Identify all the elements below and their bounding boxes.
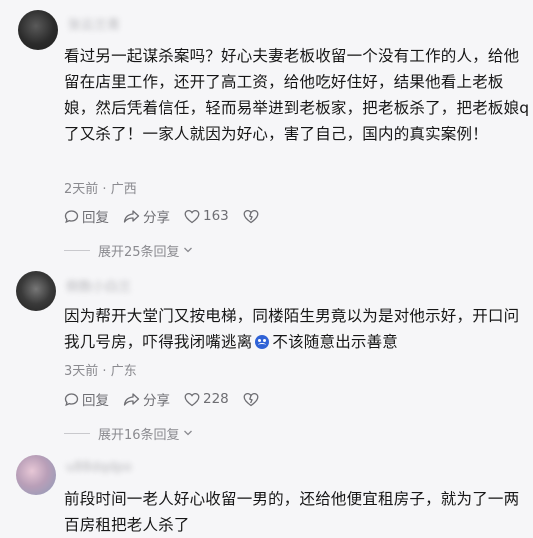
dislike-heart-icon	[243, 209, 259, 223]
avatar[interactable]	[16, 271, 56, 311]
expand-replies[interactable]: 展开25条回复	[64, 241, 193, 260]
expand-divider	[64, 249, 90, 251]
reply-icon	[64, 392, 79, 406]
avatar[interactable]	[16, 455, 56, 495]
like-button[interactable]: 228	[184, 391, 229, 407]
expand-divider	[64, 432, 90, 434]
share-icon	[123, 392, 140, 406]
heart-icon	[184, 392, 200, 406]
comment-text: 前段时间一老人好心收留一男的，还给他便宜租房子，就为了一两百房租把老人杀了	[64, 490, 520, 534]
like-count: 228	[203, 391, 229, 407]
share-label: 分享	[143, 210, 170, 226]
comment-time: 3天前	[64, 364, 99, 379]
comment-username[interactable]: 张云兰青	[68, 14, 120, 33]
comment-text: 因为帮开大堂门又按电梯，同楼陌生男竟以为是对他示好，开口问我几号房，吓得我闭嘴逃…	[64, 303, 530, 355]
comment-actions: 回复 分享 228	[64, 389, 276, 409]
comment-username[interactable]: 倒数小白兰	[66, 276, 131, 295]
like-count: 163	[203, 208, 229, 224]
comment-text: 看过另一起谋杀案吗？好心夫妻老板收留一个没有工作的人，给他留在店里工作，还开了高…	[64, 47, 530, 143]
comment-username[interactable]: u88dqdpo	[66, 460, 132, 475]
reply-button[interactable]: 回复	[64, 389, 109, 409]
reply-icon	[64, 209, 79, 223]
heart-icon	[184, 209, 200, 223]
chevron-down-icon	[183, 247, 192, 253]
meta-separator: ·	[102, 182, 107, 197]
avatar[interactable]	[18, 10, 58, 50]
comment-meta: 2天前 · 广西	[64, 178, 137, 197]
expand-label: 展开16条回复	[98, 427, 180, 443]
dislike-heart-icon	[243, 392, 259, 406]
crying-emoji-icon	[255, 335, 270, 349]
expand-replies[interactable]: 展开16条回复	[64, 424, 193, 443]
comment-text-part: 不该随意出示善意	[272, 333, 399, 351]
share-button[interactable]: 分享	[123, 206, 170, 226]
comment-meta: 3天前 · 广东	[64, 360, 137, 379]
like-button[interactable]: 163	[184, 208, 229, 224]
reply-button[interactable]: 回复	[64, 206, 109, 226]
comment-time: 2天前	[64, 182, 99, 197]
dislike-button[interactable]	[243, 392, 262, 407]
meta-separator: ·	[102, 364, 107, 379]
share-button[interactable]: 分享	[123, 389, 170, 409]
reply-label: 回复	[82, 210, 109, 226]
comment-location: 广西	[110, 182, 137, 197]
dislike-button[interactable]	[243, 209, 262, 224]
chevron-down-icon	[183, 430, 192, 436]
expand-label: 展开25条回复	[98, 244, 180, 260]
reply-label: 回复	[82, 393, 109, 409]
share-icon	[123, 209, 140, 223]
comment-location: 广东	[110, 364, 137, 379]
share-label: 分享	[143, 393, 170, 409]
comment-actions: 回复 分享 163	[64, 206, 276, 226]
